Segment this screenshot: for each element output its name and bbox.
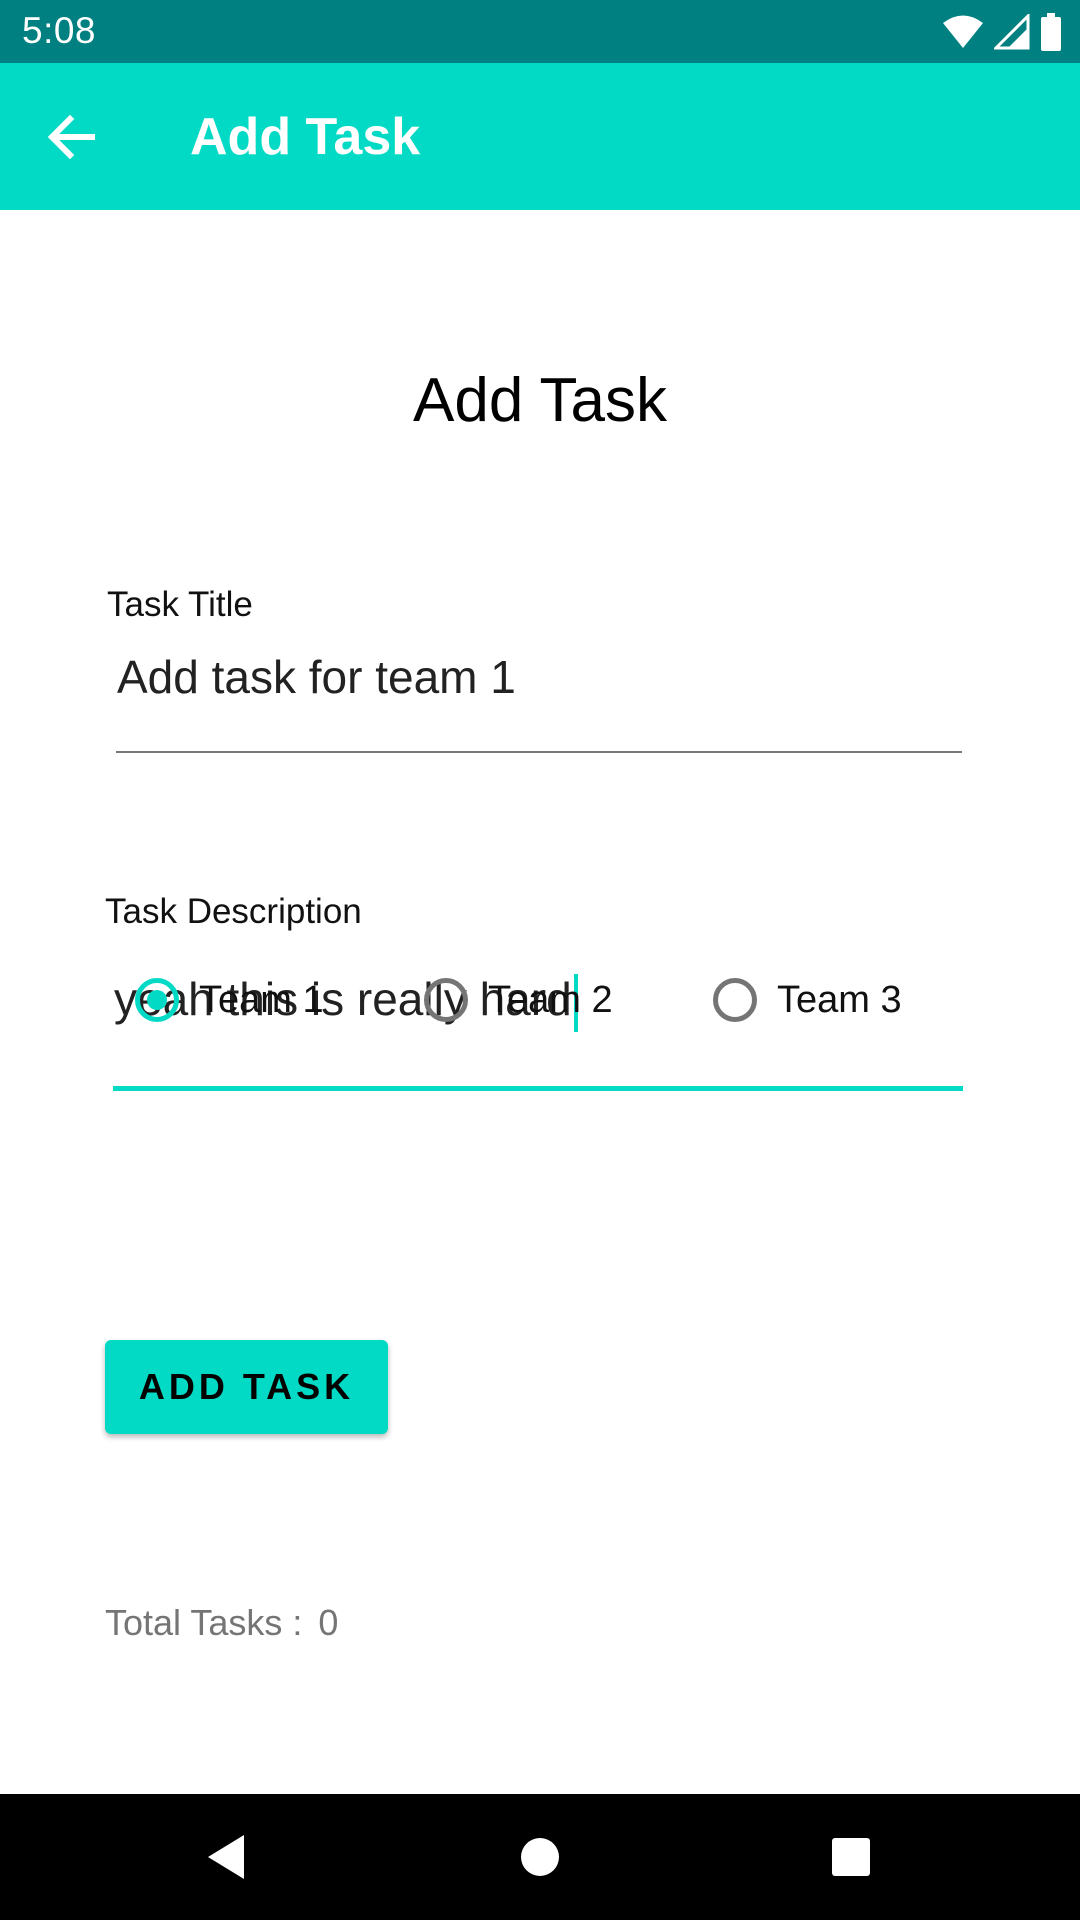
- home-circle-icon: [521, 1838, 559, 1876]
- team-radio-group: Team 1 Team 2 Team 3: [0, 960, 1080, 1040]
- status-bar: 5:08: [0, 0, 1080, 63]
- task-title-underline: [116, 751, 962, 753]
- task-title-input[interactable]: Add task for team 1: [117, 650, 516, 704]
- radio-checked-icon: [135, 978, 179, 1022]
- radio-label: Team 1: [199, 978, 324, 1021]
- add-task-button[interactable]: ADD TASK: [105, 1340, 388, 1434]
- radio-team-3[interactable]: Team 3: [713, 960, 902, 1040]
- app-bar-title: Add Task: [190, 108, 421, 166]
- nav-back-button[interactable]: [156, 1794, 296, 1920]
- radio-team-2[interactable]: Team 2: [424, 960, 613, 1040]
- signal-icon: [994, 14, 1030, 50]
- main-content: Add Task Task Title Add task for team 1 …: [0, 210, 1080, 1794]
- nav-home-button[interactable]: [470, 1794, 610, 1920]
- radio-label: Team 2: [488, 978, 613, 1021]
- battery-icon: [1041, 13, 1061, 51]
- arrow-back-icon[interactable]: [44, 111, 104, 163]
- nav-recents-button[interactable]: [781, 1794, 921, 1920]
- page-heading: Add Task: [413, 366, 667, 435]
- status-icons: [942, 12, 1062, 52]
- recents-square-icon: [832, 1838, 870, 1876]
- task-description-label: Task Description: [105, 892, 362, 931]
- status-time: 5:08: [22, 10, 97, 51]
- task-description-underline: [113, 1086, 963, 1091]
- radio-team-1[interactable]: Team 1: [135, 960, 324, 1040]
- radio-unchecked-icon: [713, 978, 757, 1022]
- app-bar: Add Task: [0, 63, 1080, 210]
- total-tasks: Total Tasks : 0: [105, 1602, 354, 1644]
- back-triangle-icon: [208, 1835, 244, 1879]
- radio-label: Team 3: [777, 978, 902, 1021]
- total-tasks-label: Total Tasks :: [105, 1602, 303, 1643]
- task-title-label: Task Title: [107, 585, 253, 624]
- radio-unchecked-icon: [424, 978, 468, 1022]
- navigation-bar: [0, 1794, 1080, 1920]
- wifi-icon: [943, 15, 983, 48]
- total-tasks-count: 0: [318, 1602, 339, 1643]
